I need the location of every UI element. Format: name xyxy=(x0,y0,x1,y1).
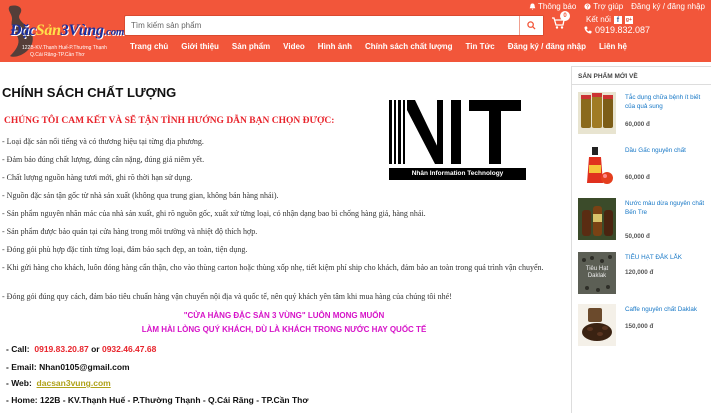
bell-icon xyxy=(529,3,536,10)
phone-link-1[interactable]: 0919.83.20.87 xyxy=(34,344,88,354)
nit-logo: Nhân Information Technology xyxy=(383,82,530,184)
product-item[interactable]: Tiêu Hạt Daklak TIÊU HẠT ĐẮK LẮK 120,000… xyxy=(576,252,710,298)
nit-logo-caption: Nhân Information Technology xyxy=(389,168,526,180)
site-logo[interactable]: ĐặcSản3Vùng.com 122B-KV.Thạnh Huế-P.Thườ… xyxy=(4,4,124,60)
product-name[interactable]: Tắc dụng chữa bệnh ít biết của quả sung xyxy=(625,93,711,111)
list-item: - Đóng gói đúng quy cách, đảm bảo tiêu c… xyxy=(2,292,452,301)
help-icon: ? xyxy=(584,3,591,10)
nit-barcode-letters xyxy=(389,100,521,164)
logo-wordmark: ĐặcSản3Vùng.com xyxy=(10,22,125,39)
nav-home[interactable]: Trang chủ xyxy=(130,42,168,51)
nav-contact[interactable]: Liên hệ xyxy=(599,42,627,51)
list-item: - Nguồn đặc sản tận gốc từ nhà sản xuất … xyxy=(2,191,279,200)
product-item[interactable]: Nước màu dừa nguyên chất Bến Tre 50,000 … xyxy=(576,198,710,244)
list-item: - Đóng gói phù hợp đặc tính từng loại, đ… xyxy=(2,245,248,254)
divider xyxy=(572,84,711,85)
hotline: 0919.832.087 xyxy=(584,25,650,35)
nav-video[interactable]: Video xyxy=(283,42,305,51)
notifications-link[interactable]: Thông báo xyxy=(529,2,576,11)
nav-register-login[interactable]: Đăng ký / đăng nhập xyxy=(508,42,586,51)
google-plus-icon[interactable]: g+ xyxy=(624,15,633,24)
product-price: 60,000 đ xyxy=(625,121,650,128)
bottles-icon[interactable] xyxy=(578,198,616,240)
product-name[interactable]: TIÊU HẠT ĐẮK LẮK xyxy=(625,253,711,262)
search-box xyxy=(124,15,544,36)
web-link[interactable]: dacsan3vung.com xyxy=(37,378,111,388)
phone-icon xyxy=(584,26,592,34)
list-item: - Đảm bảo đúng chất lượng, đúng cân nặng… xyxy=(2,155,205,164)
list-item: - Sản phẩm nguyên nhãn mác của nhà sản x… xyxy=(2,209,426,218)
search-input[interactable] xyxy=(125,16,519,35)
home-address: 122B - KV.Thạnh Huế - P.Thường Thạnh - Q… xyxy=(40,395,309,405)
logo-address-line-2: Q.Cái Răng-TP.Cần Thơ xyxy=(30,52,85,58)
product-price: 150,000 đ xyxy=(625,323,654,330)
product-price: 120,000 đ xyxy=(625,269,654,276)
nav-quality-policy[interactable]: Chính sách chất lượng xyxy=(365,42,453,51)
contact-call: - Call: 0919.83.20.87 or 0932.46.47.68 xyxy=(6,344,157,354)
jar-icon[interactable] xyxy=(578,92,616,134)
help-link[interactable]: ? Trợ giúp xyxy=(584,2,623,11)
product-name[interactable]: Caffe nguyên chất Daklak xyxy=(625,305,711,314)
pepper-icon[interactable]: Tiêu Hạt Daklak xyxy=(578,252,616,294)
list-item: - Khi gửi hàng cho khách, luôn đóng hàng… xyxy=(2,263,544,272)
search-button[interactable] xyxy=(519,16,543,35)
social-connect: Kết nối f g+ xyxy=(586,15,633,24)
nav-news[interactable]: Tin Tức xyxy=(466,42,495,51)
nav-products[interactable]: Sản phẩm xyxy=(232,42,270,51)
intro-heading: CHÚNG TÔI CAM KẾT VÀ SẼ TẬN TÌNH HƯỚNG D… xyxy=(4,116,335,126)
bottle-icon[interactable] xyxy=(578,145,616,187)
cart-button[interactable]: 0 xyxy=(551,11,571,34)
product-item[interactable]: Tắc dụng chữa bệnh ít biết của quả sung … xyxy=(576,92,710,138)
top-links: Thông báo ? Trợ giúp Đăng ký / đăng nhập xyxy=(529,2,705,11)
logo-address-line-1: 122B-KV.Thạnh Huế-P.Thường Thạnh xyxy=(22,45,107,51)
coffee-icon[interactable] xyxy=(578,304,616,346)
sidebar-title: SẢN PHẨM MỚI VỀ xyxy=(578,73,638,80)
auth-link[interactable]: Đăng ký / đăng nhập xyxy=(631,2,705,11)
site-header: ĐặcSản3Vùng.com 122B-KV.Thạnh Huế-P.Thườ… xyxy=(0,0,711,62)
page-title: CHÍNH SÁCH CHẤT LƯỢNG xyxy=(2,85,177,100)
contact-email: - Email: Nhan0105@gmail.com xyxy=(6,362,130,372)
sidebar-new-products: SẢN PHẨM MỚI VỀ Tắc dụng chữa bệnh ít bi… xyxy=(571,66,711,413)
contact-web: - Web: dacsan3vung.com xyxy=(6,378,111,388)
product-item[interactable]: Dầu Gấc nguyên chất 60,000 đ xyxy=(576,145,710,191)
product-item[interactable]: Caffe nguyên chất Daklak 150,000 đ xyxy=(576,304,710,350)
product-price: 60,000 đ xyxy=(625,174,650,181)
product-name[interactable]: Dầu Gấc nguyên chất xyxy=(625,146,711,155)
phone-link-2[interactable]: 0932.46.47.68 xyxy=(102,344,156,354)
facebook-icon[interactable]: f xyxy=(613,15,622,24)
email-link[interactable]: Nhan0105@gmail.com xyxy=(39,362,130,372)
cart-count-badge: 0 xyxy=(560,11,570,21)
main-nav: Trang chủ Giới thiệu Sản phẩm Video Hình… xyxy=(130,42,627,51)
thumb-label: Tiêu Hạt Daklak xyxy=(585,266,609,279)
slogan-line-1: "CỬA HÀNG ĐẶC SẢN 3 VÙNG" LUÔN MONG MUỐN xyxy=(183,311,385,320)
list-item: - Chất lượng nguồn hàng tươi mới, ghi rõ… xyxy=(2,173,193,182)
list-item: - Loại đặc sản nổi tiếng và có thương hi… xyxy=(2,137,204,146)
svg-text:?: ? xyxy=(586,4,589,10)
list-item: - Sản phẩm được bảo quản tại cửa hàng tr… xyxy=(2,227,258,236)
nav-images[interactable]: Hình ảnh xyxy=(318,42,352,51)
slogan-line-2: LÀM HÀI LÒNG QUÝ KHÁCH, DÙ LÀ KHÁCH TRON… xyxy=(141,325,427,334)
nav-about[interactable]: Giới thiệu xyxy=(181,42,219,51)
product-price: 50,000 đ xyxy=(625,233,650,240)
search-icon xyxy=(527,21,536,30)
contact-home: - Home: 122B - KV.Thạnh Huế - P.Thường T… xyxy=(6,395,309,405)
product-name[interactable]: Nước màu dừa nguyên chất Bến Tre xyxy=(625,199,711,217)
main-content: CHÍNH SÁCH CHẤT LƯỢNG Nhân Information T… xyxy=(0,62,568,413)
